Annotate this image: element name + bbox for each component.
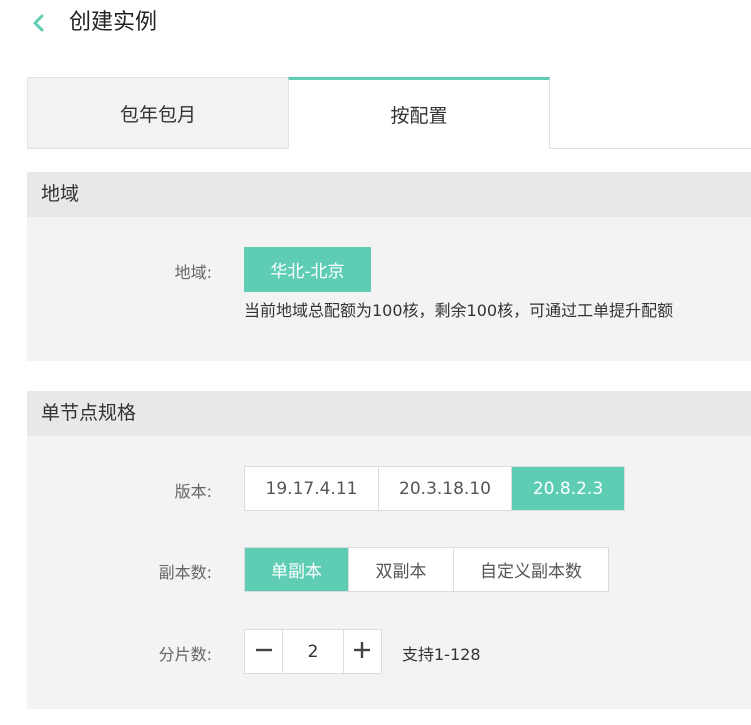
plus-icon (352, 640, 372, 664)
replicas-selector: 单副本 双副本 自定义副本数 (244, 547, 609, 592)
shards-range-hint: 支持1-128 (402, 645, 481, 664)
tab-by-configuration[interactable]: 按配置 (288, 77, 550, 149)
node-spec-panel: 单节点规格 版本: 19.17.4.11 20.3.18.10 20.8.2.3… (27, 391, 751, 709)
tab-subscription[interactable]: 包年包月 (27, 77, 289, 149)
replica-option-selected[interactable]: 单副本 (245, 548, 349, 591)
tab-label: 包年包月 (119, 103, 196, 126)
spec-section-title: 单节点规格 (27, 391, 751, 436)
billing-tabs: 包年包月 按配置 (27, 77, 751, 149)
shards-count-input[interactable]: 2 (282, 630, 344, 673)
region-panel: 地域 地域: 华北-北京 当前地域总配额为100核，剩余100核，可通过工单提升… (27, 172, 751, 361)
region-section-title: 地域 (27, 172, 751, 217)
tab-label: 按配置 (390, 105, 448, 127)
version-option[interactable]: 19.17.4.11 (245, 467, 379, 510)
chevron-left-icon[interactable] (28, 12, 50, 34)
region-label: 地域: (174, 263, 212, 282)
replica-option[interactable]: 双副本 (349, 548, 454, 591)
shards-label: 分片数: (158, 645, 212, 664)
minus-icon (254, 640, 274, 664)
replicas-label: 副本数: (158, 563, 212, 582)
page-header: 创建实例 (0, 0, 751, 48)
shards-stepper: 2 (244, 629, 382, 674)
version-option[interactable]: 20.3.18.10 (379, 467, 512, 510)
region-quota-hint: 当前地域总配额为100核，剩余100核，可通过工单提升配额 (244, 301, 674, 320)
version-label: 版本: (174, 482, 212, 501)
version-selector: 19.17.4.11 20.3.18.10 20.8.2.3 (244, 466, 625, 511)
page-title: 创建实例 (69, 10, 158, 35)
decrement-button[interactable] (245, 630, 282, 673)
version-option-selected[interactable]: 20.8.2.3 (512, 467, 624, 510)
region-option-beijing[interactable]: 华北-北京 (244, 247, 371, 292)
increment-button[interactable] (344, 630, 381, 673)
replica-option[interactable]: 自定义副本数 (454, 548, 608, 591)
